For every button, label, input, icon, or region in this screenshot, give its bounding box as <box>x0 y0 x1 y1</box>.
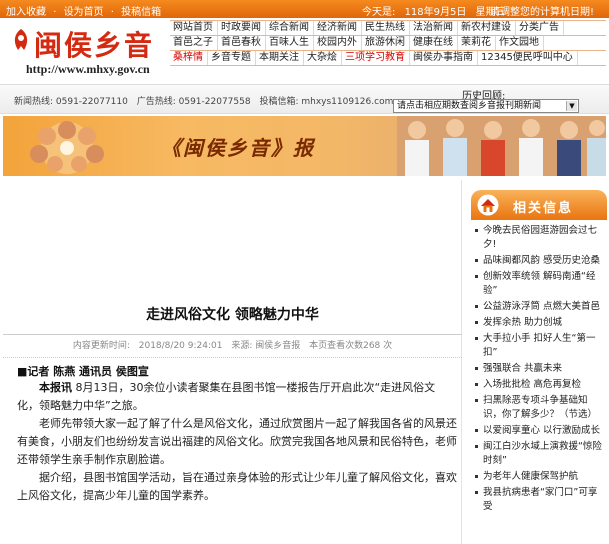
list-item[interactable]: 品味闽都风韵 感受历史沧桑 <box>473 254 605 268</box>
nav-item[interactable]: 新农村建设 <box>458 21 516 35</box>
main-nav: 网站首页 时政要闻 综合新闻 经济新闻 民生热线 法治新闻 新农村建设 分类广告… <box>170 20 606 80</box>
list-item[interactable]: 扫黑除恶专项斗争基础知识，你了解多少？（节选） <box>473 394 605 422</box>
list-item[interactable]: 以爱阅享童心 以行激励成长 <box>473 424 605 438</box>
nav-item[interactable]: 乡音专题 <box>208 51 256 65</box>
top-links: 加入收藏 · 设为首页 · 投稿信箱 <box>6 3 165 18</box>
list-item[interactable]: 今晚去民俗园逛游园会过七夕! <box>473 224 605 252</box>
article-meta: 内容更新时间: 2018/8/20 9:24:01 来源: 闽侯乡音报 本页查看… <box>3 334 462 358</box>
nav-item[interactable]: 百味人生 <box>266 36 314 50</box>
list-item[interactable]: 为老年人健康保驾护航 <box>473 470 605 484</box>
nav-item[interactable]: 本期关注 <box>256 51 304 65</box>
students-photo-image <box>397 116 606 176</box>
sidebar-header: 相关信息 <box>471 190 607 220</box>
list-item[interactable]: 入场批批检 高危再复检 <box>473 378 605 392</box>
history-select[interactable]: 请点击相应期数查阅乡音报刊期新闻 ▼ <box>393 99 579 113</box>
nav-item[interactable]: 校园内外 <box>314 36 362 50</box>
submit-email[interactable]: 投稿信箱: mhxys1109126.com <box>259 97 393 107</box>
add-favorite-link[interactable]: 加入收藏 <box>6 7 46 18</box>
sidebar-title: 相关信息 <box>513 201 574 216</box>
banner: 《闽侯乡音》报 <box>3 116 606 176</box>
ad-hotline: 广告热线: 0591-22077558 <box>136 97 251 107</box>
article: 走进风俗文化 领略魅力中华 内容更新时间: 2018/8/20 9:24:01 … <box>3 180 462 544</box>
article-paragraph: 据介绍，县图书馆国学活动，旨在通过亲身体验的形式让少年儿童了解风俗文化，喜欢上风… <box>17 471 457 502</box>
meta-time: 2018/8/20 9:24:01 <box>138 341 223 351</box>
nav-item[interactable]: 大杂烩 <box>304 51 342 65</box>
nav-row-3: 桑梓情 乡音专题 本期关注 大杂烩 三项学习教育 闽侯办事指南 12345便民呼… <box>170 51 606 66</box>
nav-item[interactable]: 茉莉花 <box>458 36 496 50</box>
link-separator: · <box>53 7 57 18</box>
nav-item[interactable]: 分类广告 <box>516 21 564 35</box>
hotline-info: 新闻热线: 0591-22077110 广告热线: 0591-22077558 … <box>14 94 399 107</box>
nav-item[interactable]: 闽侯办事指南 <box>410 51 478 65</box>
history-select-value: 请点击相应期数查阅乡音报刊期新闻 <box>397 101 542 111</box>
news-hotline: 新闻热线: 0591-22077110 <box>14 97 128 107</box>
meta-reads: 本页查看次数268 次 <box>309 341 393 351</box>
link-separator: · <box>110 7 114 18</box>
lead-label: 本报讯 <box>39 381 72 394</box>
nav-item[interactable]: 时政要闻 <box>218 21 266 35</box>
date-label: 今天是: <box>362 7 396 18</box>
date-value: 118年9月5日 <box>404 7 467 18</box>
article-byline: ■记者 陈燕 通讯员 侯图宣 <box>17 365 149 378</box>
nav-item[interactable]: 法治新闻 <box>410 21 458 35</box>
dropdown-arrow-icon: ▼ <box>566 101 577 111</box>
submit-mailbox-link[interactable]: 投稿信箱 <box>121 7 161 18</box>
article-body: 本报讯 8月13日，30余位小读者聚集在县图书馆一楼报告厅开启此次“走进风俗文化… <box>17 379 457 505</box>
nav-item-sangziqing[interactable]: 桑梓情 <box>170 51 208 65</box>
nav-item-study-education[interactable]: 三项学习教育 <box>342 51 410 65</box>
meta-update-label: 内容更新时间: <box>72 341 130 351</box>
nav-row-1: 网站首页 时政要闻 综合新闻 经济新闻 民生热线 法治新闻 新农村建设 分类广告 <box>170 21 606 36</box>
nav-item[interactable]: 首邑春秋 <box>218 36 266 50</box>
set-homepage-link[interactable]: 设为首页 <box>64 7 104 18</box>
nav-item[interactable]: 健康在线 <box>410 36 458 50</box>
nav-item[interactable]: 民生热线 <box>362 21 410 35</box>
banner-title: 《闽侯乡音》报 <box>161 136 315 160</box>
logo-title: 闽侯乡音 <box>34 29 155 62</box>
article-paragraph: 老师先带领大家一起了解了什么是风俗文化，通过欣赏图片一起了解我国各省的风景还有美… <box>17 417 457 466</box>
nav-row-2: 首邑之子 首邑春秋 百味人生 校园内外 旅游休闲 健康在线 茉莉花 作文园地 <box>170 36 606 51</box>
list-item[interactable]: 我县抗病患者“家门口”可享受 <box>473 486 605 514</box>
nav-item[interactable]: 网站首页 <box>170 21 218 35</box>
top-bar: 加入收藏 · 设为首页 · 投稿信箱 今天是: 118年9月5日 星期三 请调整… <box>0 0 609 18</box>
paragraph-text: 8月13日，30余位小读者聚集在县图书馆一楼报告厅开启此次“走进风俗文化，领略魅… <box>17 381 436 412</box>
list-item[interactable]: 公益游泳浮筒 点燃大美首邑 <box>473 300 605 314</box>
nav-item[interactable]: 首邑之子 <box>170 36 218 50</box>
related-info-sidebar: 相关信息 今晚去民俗园逛游园会过七夕! 品味闽都风韵 感受历史沧桑 创新效率统领… <box>467 180 607 544</box>
site-logo[interactable]: 闽侯乡音 http://www.mhxy.gov.cn <box>10 20 170 80</box>
nav-item[interactable]: 作文园地 <box>496 36 544 50</box>
nav-item[interactable]: 旅游休闲 <box>362 36 410 50</box>
article-title: 走进风俗文化 领略魅力中华 <box>146 307 319 323</box>
list-item[interactable]: 大手拉小手 扣好人生“第一扣” <box>473 332 605 360</box>
list-item[interactable]: 闽江白沙水域上演救援“惊险时刻” <box>473 440 605 468</box>
nav-item[interactable]: 综合新闻 <box>266 21 314 35</box>
article-paragraph: 本报讯 8月13日，30余位小读者聚集在县图书馆一楼报告厅开启此次“走进风俗文化… <box>17 379 457 415</box>
logo-emblem-icon <box>14 29 28 50</box>
nav-item[interactable]: 12345便民呼叫中心 <box>478 51 578 65</box>
list-item[interactable]: 强强联合 共赢未来 <box>473 362 605 376</box>
list-item[interactable]: 发挥余热 助力创城 <box>473 316 605 330</box>
logo-url: http://www.mhxy.gov.cn <box>26 62 150 76</box>
meta-source: 来源: 闽侯乡音报 <box>231 341 301 351</box>
list-item[interactable]: 创新效率统领 解码南通“经验” <box>473 270 605 298</box>
hotline-bar: 新闻热线: 0591-22077110 广告热线: 0591-22077558 … <box>0 84 609 114</box>
nav-item[interactable]: 经济新闻 <box>314 21 362 35</box>
children-faces-image <box>30 121 104 174</box>
date-notice: 请调整您的计算机日期! <box>490 7 595 18</box>
house-icon <box>477 194 499 216</box>
related-list: 今晚去民俗园逛游园会过七夕! 品味闽都风韵 感受历史沧桑 创新效率统领 解码南通… <box>473 224 605 516</box>
